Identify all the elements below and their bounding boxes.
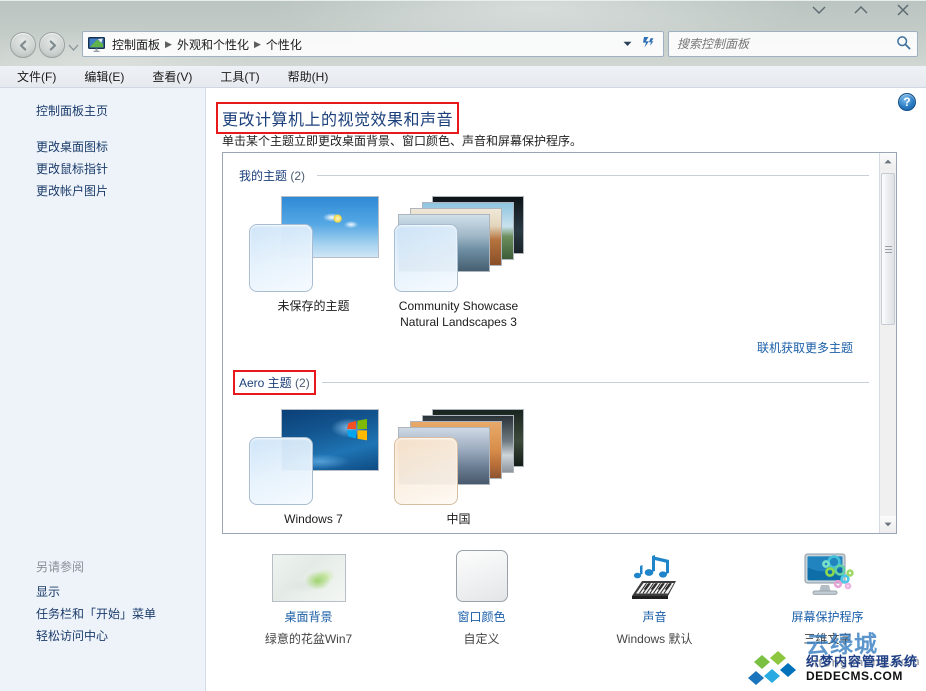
breadcrumb-separator[interactable]: ▶ [164, 39, 173, 50]
menu-item-tools[interactable]: 工具(T) [217, 67, 262, 86]
theme-glass-overlay [393, 437, 458, 505]
sidebar: 控制面板主页 更改桌面图标 更改鼠标指针 更改帐户图片 另请参阅 显示 任务栏和… [0, 88, 206, 691]
page-title: 更改计算机上的视觉效果和声音 [215, 102, 460, 134]
theme-thumbnail [393, 196, 524, 292]
scrollbar-thumb[interactable] [881, 173, 895, 325]
main-pane: ? 更改计算机上的视觉效果和声音 单击某个主题立即更改桌面背景、窗口颜色、声音和… [206, 88, 926, 691]
setting-value: 三维文字 [803, 632, 852, 646]
theme-label: 未保存的主题 [277, 299, 350, 313]
theme-glass-overlay [248, 224, 313, 292]
menu-item-edit[interactable]: 编辑(E) [81, 67, 127, 86]
sidebar-item-change-account-picture[interactable]: 更改帐户图片 [0, 180, 205, 202]
maximize-button[interactable] [848, 2, 874, 18]
search-icon[interactable] [896, 35, 911, 53]
setting-label[interactable]: 声音 [568, 608, 741, 625]
theme-thumbnail [248, 196, 379, 292]
forward-button[interactable] [39, 32, 65, 58]
setting-screensaver[interactable]: 屏幕保护程序 三维文字 [741, 546, 914, 658]
theme-group-label: Aero 主题 (2) [233, 370, 316, 395]
theme-group-count: (2) [295, 376, 310, 390]
see-also-title: 另请参阅 [36, 560, 85, 574]
sidebar-item-taskbar-start-menu[interactable]: 任务栏和「开始」菜单 [0, 603, 205, 625]
theme-item-windows-7[interactable]: Windows 7 [241, 409, 386, 527]
refresh-icon[interactable] [637, 36, 659, 52]
recent-pages-button[interactable] [68, 40, 79, 54]
get-more-themes-online-link[interactable]: 联机获取更多主题 [757, 339, 853, 356]
close-button[interactable] [890, 2, 916, 18]
theme-group-name: Aero 主题 [239, 376, 292, 390]
setting-sound[interactable]: 声音 Windows 默认 [568, 546, 741, 658]
themes-scroll-region: 我的主题 (2) 未保存的主题 Community Showcase Natur… [223, 153, 879, 533]
sidebar-item-display[interactable]: 显示 [0, 581, 205, 603]
divider [321, 382, 869, 383]
setting-value: Windows 默认 [616, 632, 693, 646]
sidebar-item-control-panel-home[interactable]: 控制面板主页 [0, 100, 205, 122]
desktop-background-thumbnail [271, 554, 346, 602]
address-bar[interactable]: 控制面板 ▶ 外观和个性化 ▶ 个性化 [82, 31, 664, 57]
back-button[interactable] [10, 32, 36, 58]
theme-row: 未保存的主题 Community Showcase Natural Landsc… [223, 186, 879, 330]
theme-group-name: 我的主题 [239, 169, 288, 183]
theme-group-header-installed-themes: 安装的主题 (8) [223, 527, 879, 533]
chevron-down-icon[interactable] [618, 40, 637, 49]
theme-item-china[interactable]: 中国 [386, 409, 531, 527]
menu-item-file[interactable]: 文件(F) [14, 67, 59, 86]
setting-label[interactable]: 窗口颜色 [395, 608, 568, 625]
divider [317, 175, 869, 176]
breadcrumb-item-1[interactable]: 外观和个性化 [173, 34, 253, 55]
sidebar-item-change-mouse-pointers[interactable]: 更改鼠标指针 [0, 158, 205, 180]
screensaver-icon [741, 546, 914, 602]
explorer-window: 控制面板 ▶ 外观和个性化 ▶ 个性化 搜索控制面板 文件(F) 编辑(E) 查… [0, 0, 926, 691]
theme-glass-overlay [393, 224, 458, 292]
menu-bar: 文件(F) 编辑(E) 查看(V) 工具(T) 帮助(H) [0, 66, 926, 88]
themes-list: 我的主题 (2) 未保存的主题 Community Showcase Natur… [222, 152, 897, 534]
window-caption-buttons [806, 2, 916, 18]
setting-window-color[interactable]: 窗口颜色 自定义 [395, 546, 568, 658]
help-icon[interactable]: ? [898, 93, 916, 111]
search-box[interactable] [668, 31, 918, 57]
content-area: 控制面板主页 更改桌面图标 更改鼠标指针 更改帐户图片 另请参阅 显示 任务栏和… [0, 88, 926, 691]
setting-desktop-background[interactable]: 桌面背景 绿意的花盆Win7 [222, 546, 395, 658]
address-bar-row: 控制面板 ▶ 外观和个性化 ▶ 个性化 [0, 30, 926, 60]
breadcrumb-item-2[interactable]: 个性化 [262, 34, 306, 55]
theme-group-label: 我的主题 (2) [235, 165, 309, 186]
sidebar-item-change-desktop-icons[interactable]: 更改桌面图标 [0, 136, 205, 158]
scroll-up-button[interactable] [880, 153, 896, 170]
theme-group-header-my-themes: 我的主题 (2) [223, 153, 879, 186]
window-color-swatch [455, 550, 508, 602]
setting-label[interactable]: 桌面背景 [222, 608, 395, 625]
desktop-background-icon [222, 546, 395, 602]
setting-value: 自定义 [463, 632, 500, 646]
page-title-wrap: 更改计算机上的视觉效果和声音 [215, 102, 460, 134]
search-input[interactable] [675, 36, 896, 52]
setting-value: 绿意的花盆Win7 [264, 632, 353, 646]
sound-icon [568, 546, 741, 602]
window-color-icon [395, 546, 568, 602]
menu-item-view[interactable]: 查看(V) [149, 67, 195, 86]
breadcrumb-separator[interactable]: ▶ [253, 39, 262, 50]
page-subtitle: 单击某个主题立即更改桌面背景、窗口颜色、声音和屏幕保护程序。 [222, 134, 583, 148]
theme-label: Community Showcase Natural Landscapes 3 [398, 299, 519, 329]
theme-thumbnail [248, 409, 379, 505]
cms-watermark-url: DEDECMS.COM [805, 668, 903, 683]
control-panel-icon [88, 36, 105, 52]
breadcrumb-item-0[interactable]: 控制面板 [108, 34, 164, 55]
theme-item-community-showcase[interactable]: Community Showcase Natural Landscapes 3 [386, 196, 531, 330]
menu-item-help[interactable]: 帮助(H) [285, 67, 332, 86]
theme-group-count: (2) [290, 169, 306, 183]
theme-thumbnail [393, 409, 524, 505]
theme-row: Windows 7 中国 [223, 393, 879, 527]
personalization-settings-strip: 桌面背景 绿意的花盆Win7 窗口颜色 自定义 声音 Windows 默认 屏幕… [222, 546, 914, 658]
see-also-section: 另请参阅 显示 任务栏和「开始」菜单 轻松访问中心 [0, 554, 205, 647]
theme-item-unsaved[interactable]: 未保存的主题 [241, 196, 386, 330]
scroll-down-button[interactable] [880, 516, 896, 533]
minimize-button[interactable] [806, 2, 832, 18]
scrollbar-grip-icon [884, 245, 892, 253]
theme-glass-overlay [248, 437, 313, 505]
setting-label[interactable]: 屏幕保护程序 [741, 608, 914, 625]
theme-label: Windows 7 [284, 512, 343, 526]
sidebar-item-ease-of-access-center[interactable]: 轻松访问中心 [0, 625, 205, 647]
vertical-scrollbar[interactable] [879, 153, 896, 533]
theme-label: 中国 [446, 512, 471, 526]
